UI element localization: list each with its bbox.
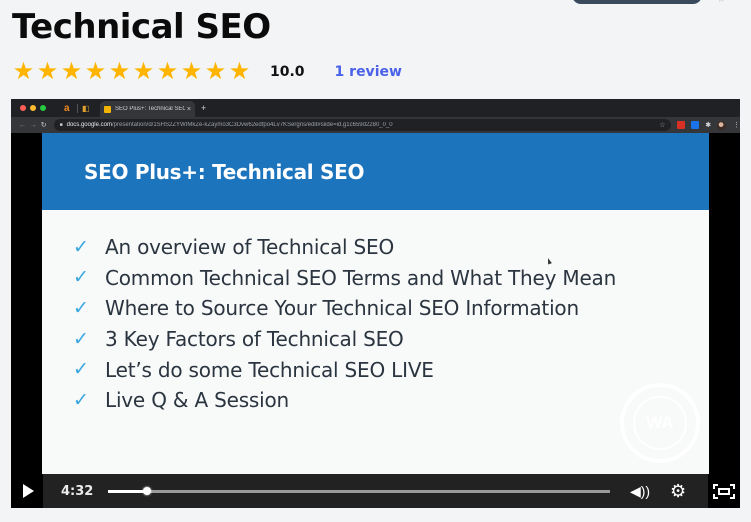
slide-bullet-item: ✓ 3 Key Factors of Technical SEO — [73, 324, 616, 355]
watermark-text: WA — [633, 396, 687, 450]
slide-bullet-text: Let’s do some Technical SEO LIVE — [105, 357, 434, 382]
tab-close-icon: × — [186, 105, 191, 113]
slide-bullet-text: Common Technical SEO Terms and What They… — [105, 265, 617, 290]
url-path: /presentation/d/1SHS2ZYWIMkZe-kZaymo3C3D… — [111, 122, 393, 128]
slide-bullet-text: Where to Source Your Technical SEO Infor… — [105, 296, 579, 321]
slide-bullet-text: Live Q & A Session — [105, 388, 289, 413]
browser-tab-active: SEO Plus+: Technical SEO - G × — [100, 101, 195, 117]
progress-bar[interactable] — [108, 486, 610, 495]
star-rating: ★ ★ ★ ★ ★ ★ ★ ★ ★ ★ — [12, 58, 251, 85]
star-icon: ★ — [132, 58, 155, 85]
lock-icon: ■ — [59, 122, 63, 128]
slide-bullet-text: 3 Key Factors of Technical SEO — [105, 327, 404, 352]
star-icon: ★ — [228, 58, 251, 85]
star-icon: ★ — [204, 58, 227, 85]
browser-toolbar: ← → ↻ ■ docs.google.com /presentation/d/… — [11, 117, 740, 133]
amazon-favicon-icon: a — [64, 102, 70, 114]
window-close-dot — [20, 105, 26, 111]
browser-tabstrip: a ◧ SEO Plus+: Technical SEO - G × + — [11, 99, 740, 117]
slide-bullet-item: ✓ Common Technical SEO Terms and What The… — [73, 263, 616, 294]
slide-bullet-item: ✓ Where to Source Your Technical SEO Info… — [73, 293, 616, 324]
play-button[interactable] — [11, 474, 43, 508]
star-icon: ★ — [60, 58, 83, 85]
progress-scrubber[interactable] — [143, 486, 152, 495]
star-icon: ★ — [36, 58, 59, 85]
checkmark-icon: ✓ — [73, 236, 89, 258]
reload-icon: ↻ — [40, 122, 47, 129]
bookmark-star-icon: ☆ — [659, 122, 666, 129]
star-icon: ★ — [84, 58, 107, 85]
checkmark-icon: ✓ — [73, 328, 89, 350]
progress-fill — [108, 489, 148, 493]
browser-chrome: a ◧ SEO Plus+: Technical SEO - G × + ← →… — [11, 99, 740, 133]
slide-title: SEO Plus+: Technical SEO — [84, 159, 365, 184]
watermark-logo: WA — [620, 383, 700, 463]
play-icon — [23, 484, 34, 498]
rating-score: 10.0 — [270, 64, 305, 80]
new-tab-icon: + — [201, 103, 207, 113]
slide-bullet-list: ✓ An overview of Technical SEO ✓ Common Tec… — [73, 232, 616, 416]
checkmark-icon: ✓ — [73, 389, 89, 411]
close-icon[interactable]: × — [718, 0, 724, 6]
fullscreen-button[interactable] — [708, 474, 740, 508]
extension-icon — [691, 121, 700, 129]
checkmark-icon: ✓ — [73, 267, 89, 289]
tab-separator — [77, 103, 78, 113]
extension-icon — [677, 121, 686, 129]
slide-bullet-item: ✓ Live Q & A Session — [73, 385, 616, 416]
current-time: 4:32 — [61, 483, 94, 499]
star-icon: ★ — [12, 58, 35, 85]
tab-title: SEO Plus+: Technical SEO - G — [115, 106, 185, 112]
profile-avatar — [717, 120, 726, 130]
page-title: Technical SEO — [12, 7, 271, 47]
star-icon: ★ — [108, 58, 131, 85]
settings-gear-icon[interactable]: ⚙ — [670, 481, 694, 502]
slide-bullet-item: ✓ An overview of Technical SEO — [73, 232, 616, 263]
slide-header: SEO Plus+: Technical SEO — [42, 133, 709, 210]
star-icon: ★ — [156, 58, 179, 85]
window-zoom-dot — [40, 105, 46, 111]
forward-icon: → — [29, 121, 37, 129]
back-icon: ← — [19, 121, 26, 129]
reviews-link[interactable]: 1 review — [335, 64, 402, 80]
fullscreen-icon — [713, 483, 735, 499]
header-action-button[interactable] — [572, 0, 702, 4]
checkmark-icon: ✓ — [73, 297, 89, 319]
slides-favicon-icon — [104, 105, 111, 113]
puzzle-icon: ✱ — [705, 122, 712, 129]
slide-bullet-text: An overview of Technical SEO — [105, 235, 395, 260]
volume-icon[interactable]: ◀)) — [630, 483, 654, 500]
url-host: docs.google.com — [66, 122, 112, 128]
pinned-tab-icon: ◧ — [82, 103, 90, 113]
rating-row: ★ ★ ★ ★ ★ ★ ★ ★ ★ ★ 10.0 1 review — [12, 60, 402, 84]
kebab-menu-icon: ⋮ — [733, 122, 740, 129]
video-controls: 4:32 ◀)) ⚙ — [11, 474, 740, 508]
star-icon: ★ — [180, 58, 203, 85]
checkmark-icon: ✓ — [73, 359, 89, 381]
window-minimize-dot — [30, 105, 36, 111]
address-bar: ■ docs.google.com /presentation/d/1SHS2Z… — [53, 119, 672, 131]
presentation-slide: SEO Plus+: Technical SEO ✓ An overview of… — [42, 133, 709, 474]
video-player[interactable]: a ◧ SEO Plus+: Technical SEO - G × + ← →… — [11, 99, 740, 508]
slide-bullet-item: ✓ Let’s do some Technical SEO LIVE — [73, 354, 616, 385]
